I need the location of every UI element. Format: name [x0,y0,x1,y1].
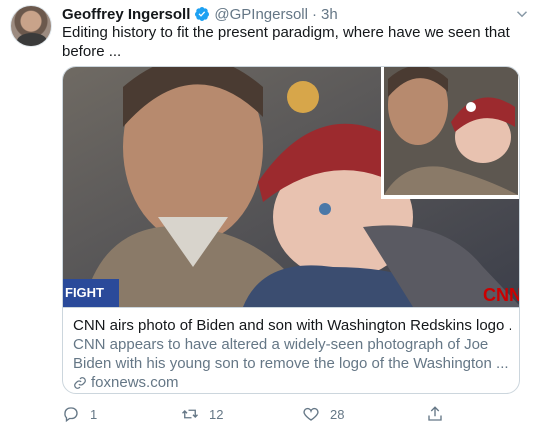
heart-icon [303,407,319,421]
card-description: CNN appears to have altered a widely-see… [73,336,509,372]
tweet-timestamp[interactable]: 3h [321,6,338,23]
verified-badge-icon [194,6,210,22]
card-domain-text: foxnews.com [91,374,179,391]
retweet-button[interactable]: 12 [181,404,223,424]
avatar[interactable] [10,5,52,47]
tweet-header: Geoffrey Ingersoll @GPIngersoll · 3h [62,4,515,24]
card-title: CNN airs photo of Biden and son with Was… [73,317,511,334]
reply-button[interactable]: 1 [62,404,97,424]
card-body[interactable]: CNN airs photo of Biden and son with Was… [63,307,519,393]
tweet-actions: 1 12 28 [62,404,462,424]
card-domain: foxnews.com [73,373,511,392]
like-count: 28 [330,406,345,422]
link-card[interactable]: FIGHT CNN CNN airs photo of Biden and so… [62,66,520,394]
card-image[interactable]: FIGHT CNN [63,67,520,307]
like-button[interactable]: 28 [302,404,344,424]
reply-icon [64,407,78,423]
tweet[interactable]: Geoffrey Ingersoll @GPIngersoll · 3h Edi… [0,0,539,437]
cnn-logo-text: CNN [483,285,520,305]
share-icon [428,406,442,421]
reply-count: 1 [90,406,98,422]
share-button[interactable] [426,404,454,424]
separator-dot: · [311,5,317,23]
chevron-down-icon[interactable] [513,5,531,23]
image-overlay-text: FIGHT [65,285,104,300]
retweet-icon [182,409,198,419]
author-name[interactable]: Geoffrey Ingersoll [62,6,190,23]
link-icon [73,376,87,390]
retweet-count: 12 [209,406,224,422]
author-handle[interactable]: @GPIngersoll [214,6,308,23]
tweet-text: Editing history to fit the present parad… [62,24,510,60]
